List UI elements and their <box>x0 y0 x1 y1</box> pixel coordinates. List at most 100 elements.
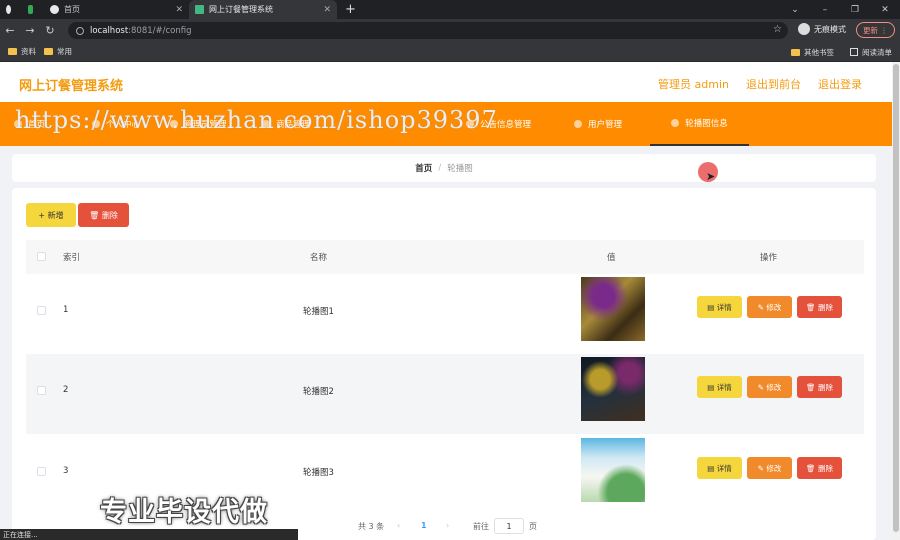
page-scrollbar-thumb[interactable] <box>893 64 899 532</box>
app-header: 网上订餐管理系统 管理员 admin 退出到前台 退出登录 <box>0 62 892 102</box>
header-value: 值 <box>607 253 616 263</box>
app-title: 网上订餐管理系统 <box>19 79 124 94</box>
menu-item-carousel[interactable]: 轮播图信息 <box>650 102 749 146</box>
document-icon: ▤ <box>707 302 715 312</box>
back-icon[interactable]: ← <box>0 24 20 37</box>
edit-button[interactable]: ✎ 修改 <box>747 457 792 479</box>
page-number-current[interactable]: 1 <box>421 521 427 530</box>
close-icon[interactable]: ✕ <box>323 5 331 15</box>
window-close-icon[interactable]: ✕ <box>870 5 900 15</box>
row-index: 3 <box>63 466 69 476</box>
logout-link[interactable]: 退出登录 <box>818 76 862 92</box>
window-controls: ⌄ – ❐ ✕ <box>780 0 900 19</box>
edit-label: 修改 <box>766 463 782 473</box>
trash-icon: 🗑 <box>806 382 816 392</box>
bookmark-label: 其他书签 <box>804 47 834 57</box>
edit-button[interactable]: ✎ 修改 <box>747 376 792 398</box>
bookmark-star-icon[interactable]: ☆ <box>773 24 782 35</box>
folder-icon <box>791 48 800 56</box>
incognito-indicator[interactable]: 无痕模式 <box>798 23 846 35</box>
add-button[interactable]: + 新增 <box>26 203 76 227</box>
row-checkbox[interactable] <box>37 386 46 395</box>
app-icon <box>28 5 33 14</box>
close-icon[interactable]: ✕ <box>175 5 183 15</box>
detail-button[interactable]: ▤ 详情 <box>697 376 742 398</box>
breadcrumb-separator: / <box>438 163 442 173</box>
picture-icon <box>671 119 680 127</box>
edit-button[interactable]: ✎ 修改 <box>747 296 792 318</box>
incognito-icon <box>798 23 810 35</box>
pagination-total: 共 3 条 <box>358 522 385 531</box>
update-button[interactable]: 更新 ⋮ <box>856 22 895 38</box>
header-name: 名称 <box>310 253 328 263</box>
forward-icon[interactable]: → <box>20 24 40 37</box>
select-all-checkbox[interactable] <box>37 252 46 261</box>
delete-button[interactable]: 🗑 删除 <box>797 376 842 398</box>
edit-icon: ✎ <box>757 302 764 312</box>
row-checkbox[interactable] <box>37 306 46 315</box>
browser-tab-app[interactable] <box>22 0 44 19</box>
breadcrumb-home[interactable]: 首页 <box>415 162 432 174</box>
carousel-thumbnail <box>581 277 645 341</box>
browser-tab-home[interactable]: 首页 ✕ <box>44 0 189 19</box>
trash-icon: 🗑 <box>89 210 100 220</box>
page-jump-input[interactable]: 1 <box>494 518 524 534</box>
promo-overlay-text: 专业毕设代做 <box>100 497 268 528</box>
reading-list[interactable]: 阅读清单 <box>850 47 892 58</box>
row-checkbox[interactable] <box>37 467 46 476</box>
github-icon <box>6 5 11 14</box>
tab-search-icon[interactable]: ⌄ <box>780 5 810 15</box>
url-path: :8081/#/config <box>128 25 192 36</box>
url-input[interactable]: localhost:8081/#/config <box>68 22 788 39</box>
trash-icon: 🗑 <box>806 463 816 473</box>
row-name: 轮播图1 <box>303 307 334 317</box>
watermark-text: https://www.huzhan.com/ishop39397 <box>15 106 498 134</box>
batch-delete-button[interactable]: 🗑 删除 <box>78 203 129 227</box>
delete-label: 删除 <box>817 382 833 392</box>
detail-button[interactable]: ▤ 详情 <box>697 457 742 479</box>
site-info-icon[interactable] <box>76 26 84 35</box>
next-page-button[interactable]: › <box>446 521 449 530</box>
delete-label: 删除 <box>817 302 833 312</box>
row-index: 2 <box>63 385 69 395</box>
folder-icon <box>44 48 53 55</box>
delete-label: 删除 <box>101 210 118 220</box>
trash-icon: 🗑 <box>806 302 816 312</box>
table-row: 1 轮播图1 ▤ 详情 ✎ 修改 🗑 删除 <box>26 274 864 354</box>
detail-label: 详情 <box>716 382 732 392</box>
exit-to-frontend-link[interactable]: 退出到前台 <box>746 76 801 92</box>
browser-tab-strip: 首页 ✕ 网上订餐管理系统 ✕ + ⌄ – ❐ ✕ <box>0 0 900 19</box>
other-bookmarks[interactable]: 其他书签 <box>791 47 834 58</box>
bookmark-folder[interactable]: 常用 <box>44 46 72 57</box>
mouse-cursor-icon: ➤ <box>706 170 716 183</box>
header-index: 索引 <box>63 253 81 263</box>
update-label: 更新 <box>863 25 878 35</box>
address-bar: ← → ↻ localhost:8081/#/config ☆ 无痕模式 更新 … <box>0 19 900 42</box>
goto-label: 前往 <box>473 521 489 531</box>
table-header: 索引 名称 值 操作 <box>26 240 864 274</box>
globe-icon <box>50 5 59 14</box>
row-name: 轮播图2 <box>303 387 334 397</box>
edit-label: 修改 <box>766 382 782 392</box>
reload-icon[interactable]: ↻ <box>40 24 60 37</box>
url-host: localhost <box>90 25 129 36</box>
maximize-icon[interactable]: ❐ <box>840 5 870 15</box>
edit-icon: ✎ <box>757 382 764 392</box>
carousel-thumbnail <box>581 357 645 421</box>
browser-tab-active[interactable]: 网上订餐管理系统 ✕ <box>189 0 337 19</box>
detail-label: 详情 <box>716 302 732 312</box>
users-icon <box>574 120 582 128</box>
new-tab-button[interactable]: + <box>337 0 364 19</box>
detail-button[interactable]: ▤ 详情 <box>697 296 742 318</box>
menu-item-users[interactable]: 用户管理 <box>574 102 622 146</box>
tab-label: 网上订餐管理系统 <box>209 5 273 14</box>
browser-tab-github[interactable] <box>0 0 22 19</box>
prev-page-button[interactable]: ‹ <box>397 521 400 530</box>
bookmark-folder[interactable]: 资料 <box>8 46 36 57</box>
document-icon: ▤ <box>707 382 715 392</box>
delete-button[interactable]: 🗑 删除 <box>797 457 842 479</box>
bookmark-label: 资料 <box>21 47 36 56</box>
delete-button[interactable]: 🗑 删除 <box>797 296 842 318</box>
admin-user-link[interactable]: 管理员 admin <box>658 76 729 92</box>
minimize-icon[interactable]: – <box>810 5 840 15</box>
